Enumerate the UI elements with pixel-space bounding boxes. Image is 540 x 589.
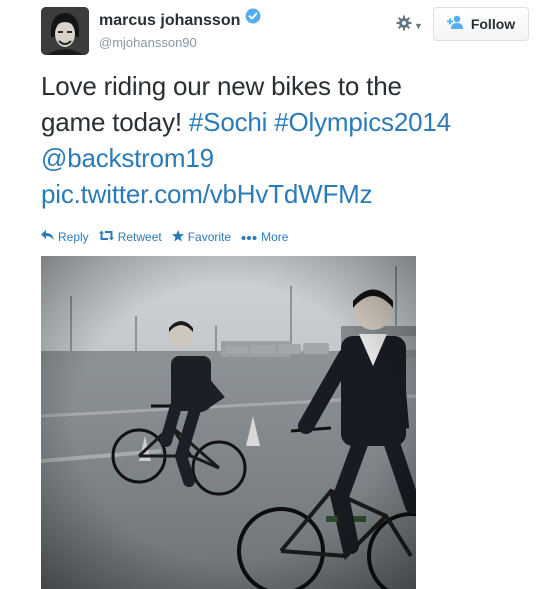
hashtag-link[interactable]: #Sochi	[189, 107, 268, 137]
tweet-actions: Reply Retweet Favorite More	[41, 229, 298, 245]
star-icon	[171, 229, 188, 245]
mention-link[interactable]: @backstrom19	[41, 143, 214, 173]
chevron-down-icon: ▼	[414, 20, 423, 31]
reply-label: Reply	[58, 230, 89, 244]
retweet-icon	[98, 230, 118, 244]
verified-badge-icon	[245, 8, 261, 30]
avatar[interactable]	[41, 7, 89, 55]
favorite-label: Favorite	[187, 230, 232, 244]
follow-button[interactable]: Follow	[433, 7, 529, 41]
more-action[interactable]: More	[241, 230, 288, 244]
tweet: marcus johansson @mjohansson90 ▼ Follow …	[0, 0, 540, 589]
hashtag-link[interactable]: #Olympics2014	[274, 107, 451, 137]
reply-action[interactable]: Reply	[41, 230, 89, 244]
follow-button-label: Follow	[470, 16, 516, 32]
more-label: More	[261, 230, 289, 244]
user-fullname-text: marcus johansson	[99, 12, 241, 29]
tweet-text-line: pic.twitter.com/vbHvTdWFMz	[41, 176, 531, 212]
gear-icon	[396, 15, 412, 36]
tweet-text: Love riding our new bikes to the game to…	[41, 68, 531, 212]
reply-icon	[41, 230, 58, 244]
add-person-icon	[446, 15, 465, 34]
user-screenname[interactable]: @mjohansson90	[99, 35, 197, 51]
tweet-text-line: @backstrom19	[41, 140, 531, 176]
user-fullname[interactable]: marcus johansson	[99, 8, 261, 31]
pic-link[interactable]: pic.twitter.com/vbHvTdWFMz	[41, 179, 373, 209]
more-dots-icon	[241, 230, 261, 244]
tweet-photo[interactable]	[41, 256, 416, 589]
tweet-text-line: Love riding our new bikes to the	[41, 71, 402, 101]
favorite-action[interactable]: Favorite	[171, 229, 232, 245]
tweet-text-line: game today! #Sochi #Olympics2014	[41, 104, 531, 140]
user-actions-gear[interactable]: ▼	[396, 15, 426, 35]
retweet-action[interactable]: Retweet	[98, 230, 162, 244]
tweet-text-plain: game today!	[41, 107, 182, 137]
retweet-label: Retweet	[117, 230, 162, 244]
